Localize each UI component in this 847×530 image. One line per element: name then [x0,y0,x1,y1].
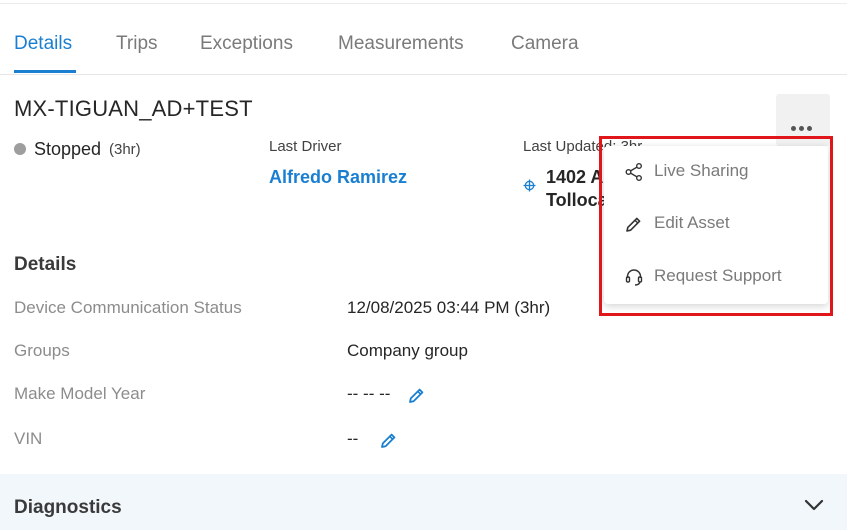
location-crosshair-icon [523,179,536,197]
status-indicator [14,143,26,155]
diagnostics-title: Diagnostics [14,497,122,518]
vin-value: -- [347,429,359,448]
more-dots-icon [791,118,815,136]
device-comm-status-label: Device Communication Status [14,298,242,317]
status-duration: (3hr) [109,141,141,158]
groups-label: Groups [14,341,70,360]
status-text: Stopped [34,139,102,159]
make-model-year-label: Make Model Year [14,384,146,403]
highlight-box [599,136,833,316]
edit-make-model-year-pencil-icon[interactable] [407,386,426,410]
tab-camera[interactable]: Camera [511,33,579,55]
make-model-year-value: -- -- -- [347,384,391,403]
details-section-title: Details [14,254,77,275]
last-driver-label: Last Driver [269,138,342,155]
asset-title: MX-TIGUAN_AD+TEST [14,96,253,121]
tab-exceptions[interactable]: Exceptions [200,33,293,55]
tab-measurements[interactable]: Measurements [338,33,464,55]
diagnostics-section-header[interactable] [0,474,847,530]
chevron-down-icon[interactable] [804,498,824,517]
address-line-1: 1402 A [546,167,604,187]
edit-vin-pencil-icon[interactable] [379,431,398,455]
groups-value: Company group [347,341,468,360]
vin-label: VIN [14,429,43,448]
active-tab-indicator [14,70,76,73]
tab-bar: Details Trips Exceptions Measurements Ca… [0,0,847,75]
device-comm-status-value: 12/08/2025 03:44 PM (3hr) [347,298,551,317]
last-driver-link[interactable]: Alfredo Ramirez [269,167,407,188]
tab-details[interactable]: Details [14,33,72,55]
tab-trips[interactable]: Trips [116,33,158,55]
